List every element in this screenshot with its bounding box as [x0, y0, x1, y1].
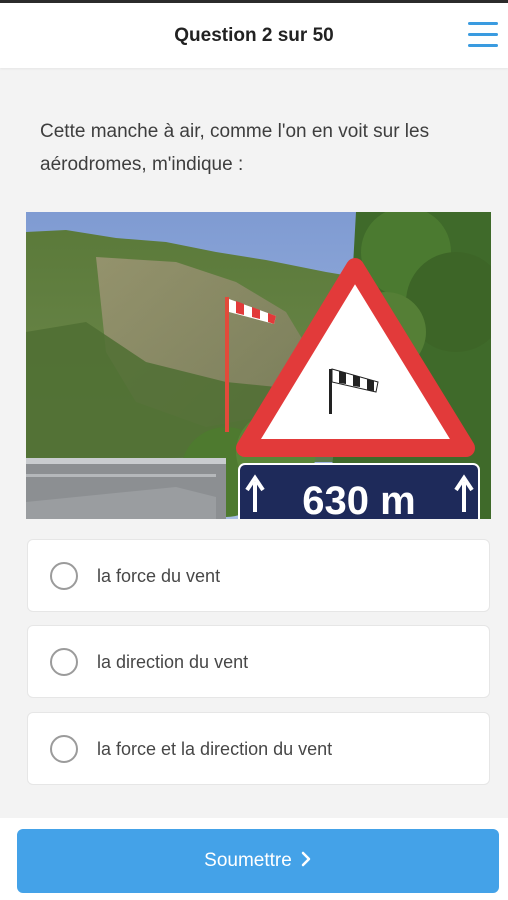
question-counter: Question 2 sur 50 — [174, 25, 334, 46]
answer-option-3[interactable]: la force et la direction du vent — [27, 712, 490, 785]
sign-distance-text: 630 m — [302, 479, 415, 519]
windsock-sign-photo: 630 m — [26, 212, 491, 519]
answer-label: la force et la direction du vent — [97, 739, 333, 759]
radio-button-icon[interactable] — [50, 735, 78, 763]
top-bar: Question 2 sur 50 — [0, 0, 508, 68]
question-illustration: 630 m — [26, 212, 491, 519]
hamburger-menu-icon[interactable] — [468, 22, 498, 48]
submit-label: Soumettre — [204, 850, 292, 871]
answer-label: la force du vent — [97, 566, 221, 586]
submit-button[interactable]: Soumettre — [17, 829, 499, 893]
chevron-right-icon — [300, 851, 312, 872]
answer-option-1[interactable]: la force du vent — [27, 539, 490, 612]
answer-option-2[interactable]: la direction du vent — [27, 625, 490, 698]
question-text: Cette manche à air, comme l'on en voit s… — [40, 121, 430, 175]
radio-button-icon[interactable] — [50, 648, 78, 676]
radio-button-icon[interactable] — [50, 562, 78, 590]
answer-label: la direction du vent — [97, 652, 249, 672]
footer-bar: Soumettre — [0, 818, 508, 900]
